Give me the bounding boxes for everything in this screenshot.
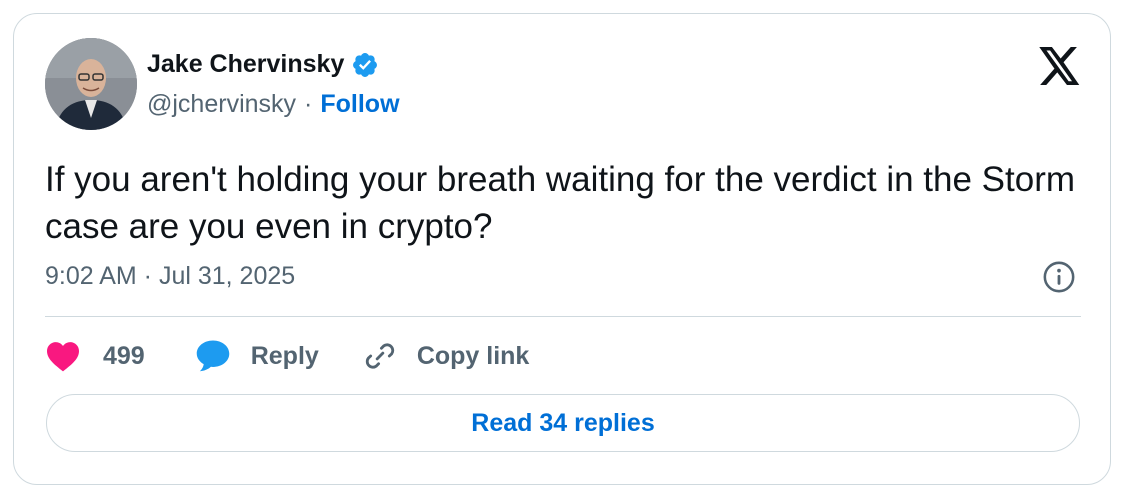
copy-link-label: Copy link <box>416 341 530 370</box>
link-icon <box>365 343 394 369</box>
reply-button[interactable]: Reply <box>195 339 319 373</box>
author-name[interactable]: Jake Chervinsky <box>147 50 344 79</box>
tweet-text: If you aren't holding your breath waitin… <box>45 160 1076 246</box>
tweet-card: Jake Chervinsky @jchervinsky · Follow If… <box>13 13 1111 485</box>
author-name-row: Jake Chervinsky <box>147 50 379 79</box>
timestamp[interactable]: 9:02 AM · Jul 31, 2025 <box>45 262 295 291</box>
action-bar: 499 Reply Copy link <box>45 336 529 376</box>
info-icon[interactable] <box>1042 260 1076 294</box>
heart-icon <box>47 342 79 372</box>
x-logo-icon[interactable] <box>1039 47 1081 85</box>
avatar[interactable] <box>45 38 137 130</box>
verified-badge-icon <box>353 52 378 77</box>
copy-link-button[interactable]: Copy link <box>363 339 530 373</box>
read-replies-label: Read 34 replies <box>471 408 655 437</box>
author-handle[interactable]: @jchervinsky <box>147 90 296 119</box>
avatar-image <box>45 38 137 130</box>
like-button[interactable]: 499 <box>45 340 145 372</box>
follow-button[interactable]: Follow <box>320 90 399 119</box>
like-count: 499 <box>103 341 145 370</box>
separator: · <box>304 90 313 118</box>
comment-bubble-icon <box>196 340 229 372</box>
divider <box>45 316 1081 317</box>
reply-label: Reply <box>250 341 319 370</box>
read-replies-button[interactable]: Read 34 replies <box>46 394 1080 452</box>
author-handle-row: @jchervinsky · Follow <box>147 90 400 119</box>
